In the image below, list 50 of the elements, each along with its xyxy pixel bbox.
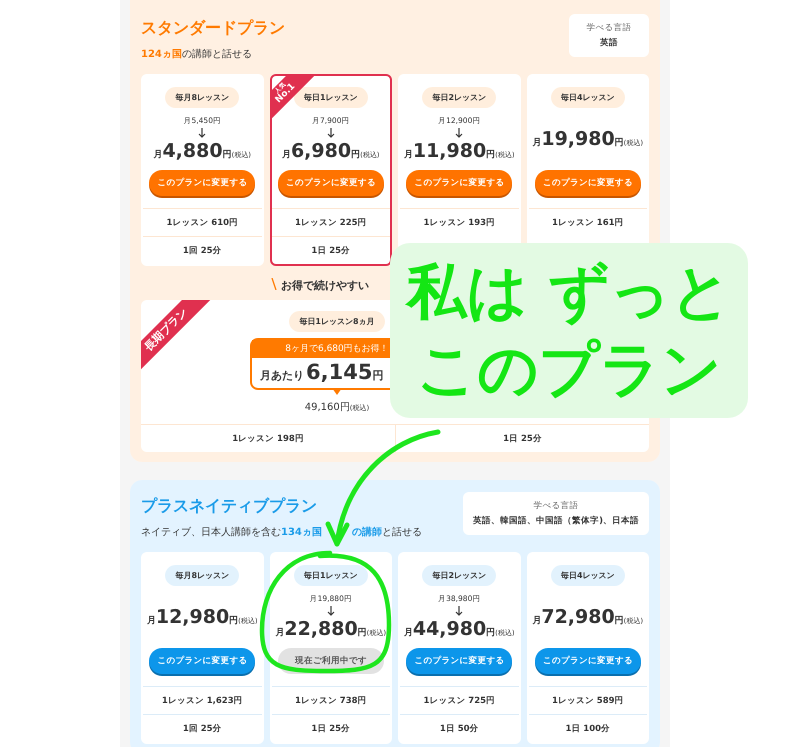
plan-detail: 1レッスン 193円 xyxy=(400,208,518,236)
plan-detail: 1レッスン 198円 xyxy=(141,424,395,452)
section-title: スタンダードプラン xyxy=(141,18,285,39)
plan-tag: 毎月8レッスン xyxy=(165,87,240,108)
plan-detail: 1レッスン 610円 xyxy=(143,208,262,236)
plan-detail: 1レッスン 161円 xyxy=(528,208,647,236)
plan-detail: 1日 100分 xyxy=(528,714,647,742)
change-plan-button[interactable]: このプランに変更する xyxy=(278,170,384,196)
plan-tag: 毎日2レッスン xyxy=(422,565,496,586)
price: 6,145円 xyxy=(306,360,384,384)
plan-detail: 1日 25分 xyxy=(395,424,649,452)
plan-detail: 1日 25分 xyxy=(272,236,390,264)
plan-detail: 1レッスン 589円 xyxy=(528,686,647,714)
plan-tag: 毎日2レッスン xyxy=(422,87,496,108)
section-subtitle: 124ヵ国の講師と話せる xyxy=(141,48,253,61)
callout-text: 私は ずっと xyxy=(406,256,732,328)
plan-detail: 1日 25分 xyxy=(272,714,390,742)
change-plan-button[interactable]: このプランに変更する xyxy=(406,648,512,674)
plan-detail: 1回 25分 xyxy=(143,714,262,742)
plan-detail: 1レッスン 738円 xyxy=(272,686,390,714)
down-arrow-icon xyxy=(455,606,464,616)
plan-detail: 1レッスン 725円 xyxy=(400,686,518,714)
languages-value: 英語 xyxy=(599,37,619,49)
change-plan-button[interactable]: このプランに変更する xyxy=(406,170,512,196)
plan-tag: 毎日4レッスン xyxy=(550,87,625,108)
languages-label: 学べる言語 xyxy=(586,22,632,34)
plan-tag: 毎日4レッスン xyxy=(550,565,625,586)
section-subtitle: ネイティブ、日本人講師を含む134ヵ国 の講師と話せる xyxy=(141,526,422,539)
down-arrow-icon xyxy=(326,128,335,138)
long-plan-heading: お得で続けやすい xyxy=(281,278,369,293)
change-plan-button[interactable]: このプランに変更する xyxy=(534,170,641,196)
plan-tag: 毎日1レッスン xyxy=(294,87,368,108)
plan-detail: 1日 50分 xyxy=(400,714,518,742)
change-plan-button[interactable]: このプランに変更する xyxy=(534,648,641,674)
change-plan-button[interactable]: このプランに変更する xyxy=(149,170,256,196)
plan-detail: 1回 25分 xyxy=(143,236,262,264)
down-arrow-icon xyxy=(198,128,206,138)
plan-detail: 1レッスン 225円 xyxy=(272,208,390,236)
down-arrow-icon xyxy=(455,128,464,138)
plan-detail: 1レッスン 1,623円 xyxy=(143,686,262,714)
per-month-label: 月あたり xyxy=(260,368,304,383)
languages-label: 学べる言語 xyxy=(532,500,580,512)
plan-tag: 毎月8レッスン xyxy=(165,565,240,586)
down-arrow-icon xyxy=(326,606,335,616)
change-plan-button[interactable]: このプランに変更する xyxy=(149,648,256,674)
plan-tag: 毎日1レッスン8ヵ月 xyxy=(289,311,385,332)
languages-value: 英語、韓国語、中国語（繁体字)、日本語 xyxy=(473,515,639,527)
plan-tag: 毎日1レッスン xyxy=(294,565,368,586)
section-title: プラスネイティブプラン xyxy=(141,496,318,517)
slash-icon xyxy=(271,278,277,290)
